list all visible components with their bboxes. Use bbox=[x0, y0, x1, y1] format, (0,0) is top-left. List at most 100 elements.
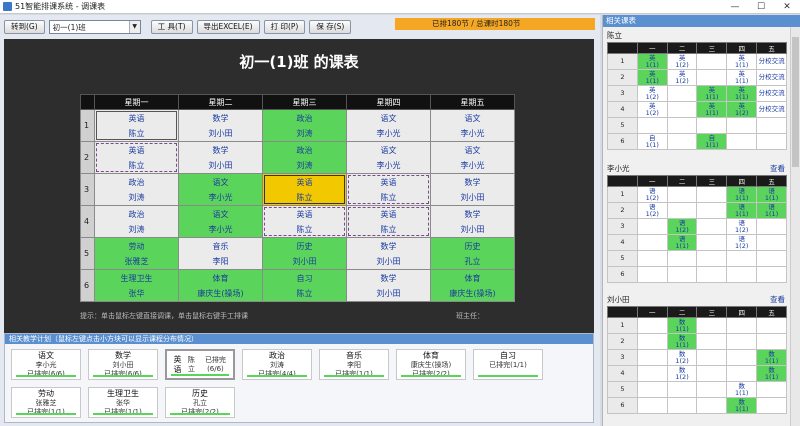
mini-cell[interactable] bbox=[696, 381, 728, 398]
view-link[interactable]: 查看 bbox=[770, 163, 785, 175]
mini-cell[interactable] bbox=[666, 202, 698, 219]
mini-cell[interactable]: 语 1(2) bbox=[666, 218, 698, 235]
mini-cell[interactable]: 语 1(2) bbox=[636, 202, 668, 219]
mini-cell[interactable]: 数 1(1) bbox=[756, 365, 787, 382]
lesson-cell[interactable]: 生理卫生 张华 bbox=[94, 269, 179, 302]
mini-cell[interactable] bbox=[666, 397, 698, 414]
mini-cell[interactable] bbox=[696, 397, 728, 414]
mini-cell[interactable]: 数 1(2) bbox=[666, 349, 698, 366]
lesson-cell[interactable]: 数学 刘小田 bbox=[178, 141, 263, 174]
mini-cell[interactable]: 英 1(1) bbox=[696, 85, 728, 102]
lesson-cell[interactable]: 数学 刘小田 bbox=[346, 269, 431, 302]
class-select[interactable]: 初一(1)班 ▼ bbox=[48, 20, 141, 34]
plan-card[interactable]: 体育 康庆生(操场) 已排完(2/2) bbox=[396, 349, 466, 380]
mini-cell[interactable] bbox=[696, 317, 728, 334]
mini-cell[interactable] bbox=[726, 133, 758, 150]
lesson-cell[interactable]: 体育 康庆生(操场) bbox=[178, 269, 263, 302]
plan-card[interactable]: 劳动 张雅芝 已排完(1/1) bbox=[11, 387, 81, 418]
mini-cell[interactable] bbox=[726, 349, 758, 366]
mini-cell[interactable] bbox=[666, 117, 698, 134]
lesson-cell[interactable]: 英语 陈立 bbox=[346, 205, 431, 238]
mini-cell[interactable] bbox=[666, 266, 698, 283]
mini-cell[interactable] bbox=[696, 349, 728, 366]
lesson-cell[interactable]: 政治 刘涛 bbox=[262, 109, 347, 142]
lesson-cell[interactable]: 语文 李小光 bbox=[346, 141, 431, 174]
mini-cell[interactable]: 数 1(1) bbox=[666, 333, 698, 350]
lesson-cell[interactable]: 音乐 李阳 bbox=[178, 237, 263, 270]
mini-cell[interactable]: 英 1(1) bbox=[726, 69, 758, 86]
mini-cell[interactable]: 语 1(2) bbox=[726, 234, 758, 251]
plan-card[interactable]: 语文 李小光 已排完(6/6) bbox=[11, 349, 81, 380]
mini-cell[interactable] bbox=[666, 101, 698, 118]
plan-card[interactable]: 自习 已排完(1/1) bbox=[473, 349, 543, 380]
plan-card[interactable]: 音乐 李阳 已排完(1/1) bbox=[319, 349, 389, 380]
mini-cell[interactable] bbox=[696, 266, 728, 283]
mini-cell[interactable]: 英 1(2) bbox=[726, 101, 758, 118]
lesson-cell[interactable]: 数学 刘小田 bbox=[178, 109, 263, 142]
mini-cell[interactable]: 英 1(2) bbox=[666, 53, 698, 70]
mini-cell[interactable] bbox=[696, 53, 728, 70]
mini-cell[interactable]: 分校交流 bbox=[756, 85, 787, 102]
mini-cell[interactable]: 英 1(1) bbox=[696, 101, 728, 118]
mini-cell[interactable] bbox=[696, 69, 728, 86]
export-excel-button[interactable]: 导出EXCEL(E) bbox=[196, 20, 260, 34]
mini-cell[interactable] bbox=[696, 250, 728, 267]
mini-cell[interactable] bbox=[756, 266, 787, 283]
mini-cell[interactable]: 语 1(2) bbox=[636, 186, 668, 203]
mini-cell[interactable] bbox=[636, 234, 668, 251]
mini-cell[interactable] bbox=[636, 381, 668, 398]
lesson-cell[interactable]: 自习 陈立 bbox=[262, 269, 347, 302]
mini-cell[interactable] bbox=[696, 186, 728, 203]
lesson-cell[interactable]: 历史 刘小田 bbox=[262, 237, 347, 270]
mini-cell[interactable]: 语 1(1) bbox=[726, 186, 758, 203]
mini-cell[interactable] bbox=[756, 381, 787, 398]
mini-cell[interactable] bbox=[666, 381, 698, 398]
lesson-cell[interactable]: 英语 陈立 bbox=[262, 205, 347, 238]
mini-cell[interactable] bbox=[726, 117, 758, 134]
lesson-cell[interactable]: 英语 陈立 bbox=[262, 173, 347, 206]
maximize-button[interactable]: ☐ bbox=[748, 0, 774, 14]
mini-cell[interactable]: 语 1(2) bbox=[726, 218, 758, 235]
mini-cell[interactable] bbox=[636, 266, 668, 283]
mini-cell[interactable]: 英 1(2) bbox=[636, 85, 668, 102]
mini-cell[interactable]: 自 1(1) bbox=[636, 133, 668, 150]
plan-card[interactable]: 政治 刘涛 已排完(4/4) bbox=[242, 349, 312, 380]
lesson-cell[interactable]: 历史 孔立 bbox=[430, 237, 515, 270]
mini-cell[interactable] bbox=[726, 365, 758, 382]
mini-cell[interactable]: 数 1(2) bbox=[666, 365, 698, 382]
print-button[interactable]: 打 印(P) bbox=[263, 20, 306, 34]
lesson-cell[interactable]: 政治 刘涛 bbox=[262, 141, 347, 174]
mini-cell[interactable] bbox=[756, 234, 787, 251]
mini-cell[interactable]: 自 1(1) bbox=[696, 133, 728, 150]
mini-cell[interactable] bbox=[756, 317, 787, 334]
mini-cell[interactable] bbox=[756, 218, 787, 235]
mini-cell[interactable] bbox=[636, 218, 668, 235]
mini-cell[interactable]: 英 1(1) bbox=[726, 53, 758, 70]
view-link[interactable]: 查看 bbox=[770, 294, 785, 306]
mini-cell[interactable] bbox=[696, 218, 728, 235]
lesson-cell[interactable]: 语文 李小光 bbox=[178, 205, 263, 238]
mini-cell[interactable]: 数 1(1) bbox=[726, 397, 758, 414]
lesson-cell[interactable]: 政治 刘涛 bbox=[94, 173, 179, 206]
mini-cell[interactable] bbox=[636, 317, 668, 334]
mini-cell[interactable] bbox=[756, 117, 787, 134]
mini-cell[interactable] bbox=[666, 85, 698, 102]
mini-cell[interactable] bbox=[696, 365, 728, 382]
mini-cell[interactable]: 分校交流 bbox=[756, 101, 787, 118]
plan-card[interactable]: 生理卫生 张华 已排完(1/1) bbox=[88, 387, 158, 418]
mini-cell[interactable] bbox=[636, 117, 668, 134]
mini-cell[interactable]: 英 1(2) bbox=[636, 101, 668, 118]
mini-cell[interactable]: 语 1(1) bbox=[666, 234, 698, 251]
mini-cell[interactable]: 英 1(1) bbox=[636, 53, 668, 70]
mini-cell[interactable] bbox=[636, 250, 668, 267]
mini-cell[interactable]: 数 1(1) bbox=[756, 349, 787, 366]
mini-cell[interactable] bbox=[696, 333, 728, 350]
mini-cell[interactable]: 数 1(1) bbox=[666, 317, 698, 334]
lesson-cell[interactable]: 英语 陈立 bbox=[94, 109, 179, 142]
mini-cell[interactable] bbox=[756, 250, 787, 267]
mini-cell[interactable] bbox=[666, 186, 698, 203]
lesson-cell[interactable]: 体育 康庆生(操场) bbox=[430, 269, 515, 302]
mini-cell[interactable] bbox=[696, 117, 728, 134]
lesson-cell[interactable]: 数学 刘小田 bbox=[430, 205, 515, 238]
mini-cell[interactable] bbox=[666, 250, 698, 267]
